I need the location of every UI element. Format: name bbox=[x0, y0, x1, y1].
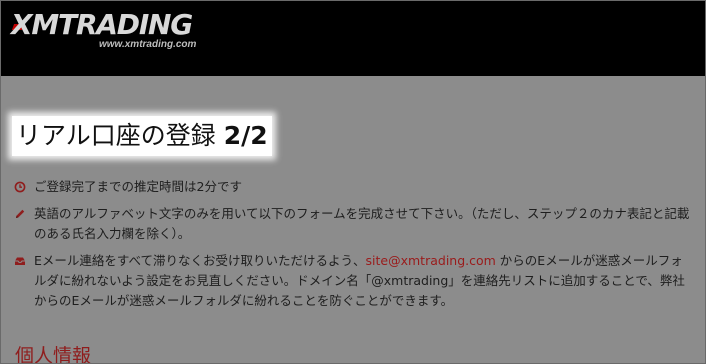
logo-wordmark: XMTRADING bbox=[11, 8, 193, 41]
xmtrading-logo[interactable]: XMTRADING www.xmtrading.com bbox=[11, 8, 211, 54]
note-email-settings: Eメール連絡をすべて滞りなくお受け取りいただけるよう、site@xmtradin… bbox=[14, 251, 694, 311]
note-english-only: 英語のアルファベット文字のみを用いて以下のフォームを完成させて下さい。（ただし、… bbox=[14, 204, 694, 244]
logo-url-text: www.xmtrading.com bbox=[99, 39, 197, 50]
page-title-box: リアル口座の登録 2/2 bbox=[12, 116, 272, 156]
note-email-text-before: Eメール連絡をすべて滞りなくお受け取りいただけるよう、 bbox=[34, 253, 366, 268]
note-english-text: 英語のアルファベット文字のみを用いて以下のフォームを完成させて下さい。（ただし、… bbox=[34, 206, 690, 241]
page-title: リアル口座の登録 bbox=[16, 121, 216, 150]
support-email-link[interactable]: site@xmtrading.com bbox=[366, 253, 496, 268]
envelope-icon bbox=[15, 257, 25, 265]
pencil-icon bbox=[16, 209, 25, 218]
note-estimated-time: ご登録完了までの推定時間は2分です bbox=[14, 177, 694, 197]
clock-icon bbox=[14, 181, 26, 193]
registration-notes: ご登録完了までの推定時間は2分です 英語のアルファベット文字のみを用いて以下のフ… bbox=[14, 177, 694, 318]
note-time-text: ご登録完了までの推定時間は2分です bbox=[34, 179, 242, 194]
site-header: XMTRADING www.xmtrading.com bbox=[1, 1, 705, 76]
step-indicator: 2/2 bbox=[223, 121, 268, 150]
page-frame: XMTRADING www.xmtrading.com リアル口座の登録 2/2… bbox=[0, 0, 706, 364]
section-personal-info: 個人情報 bbox=[15, 345, 92, 364]
